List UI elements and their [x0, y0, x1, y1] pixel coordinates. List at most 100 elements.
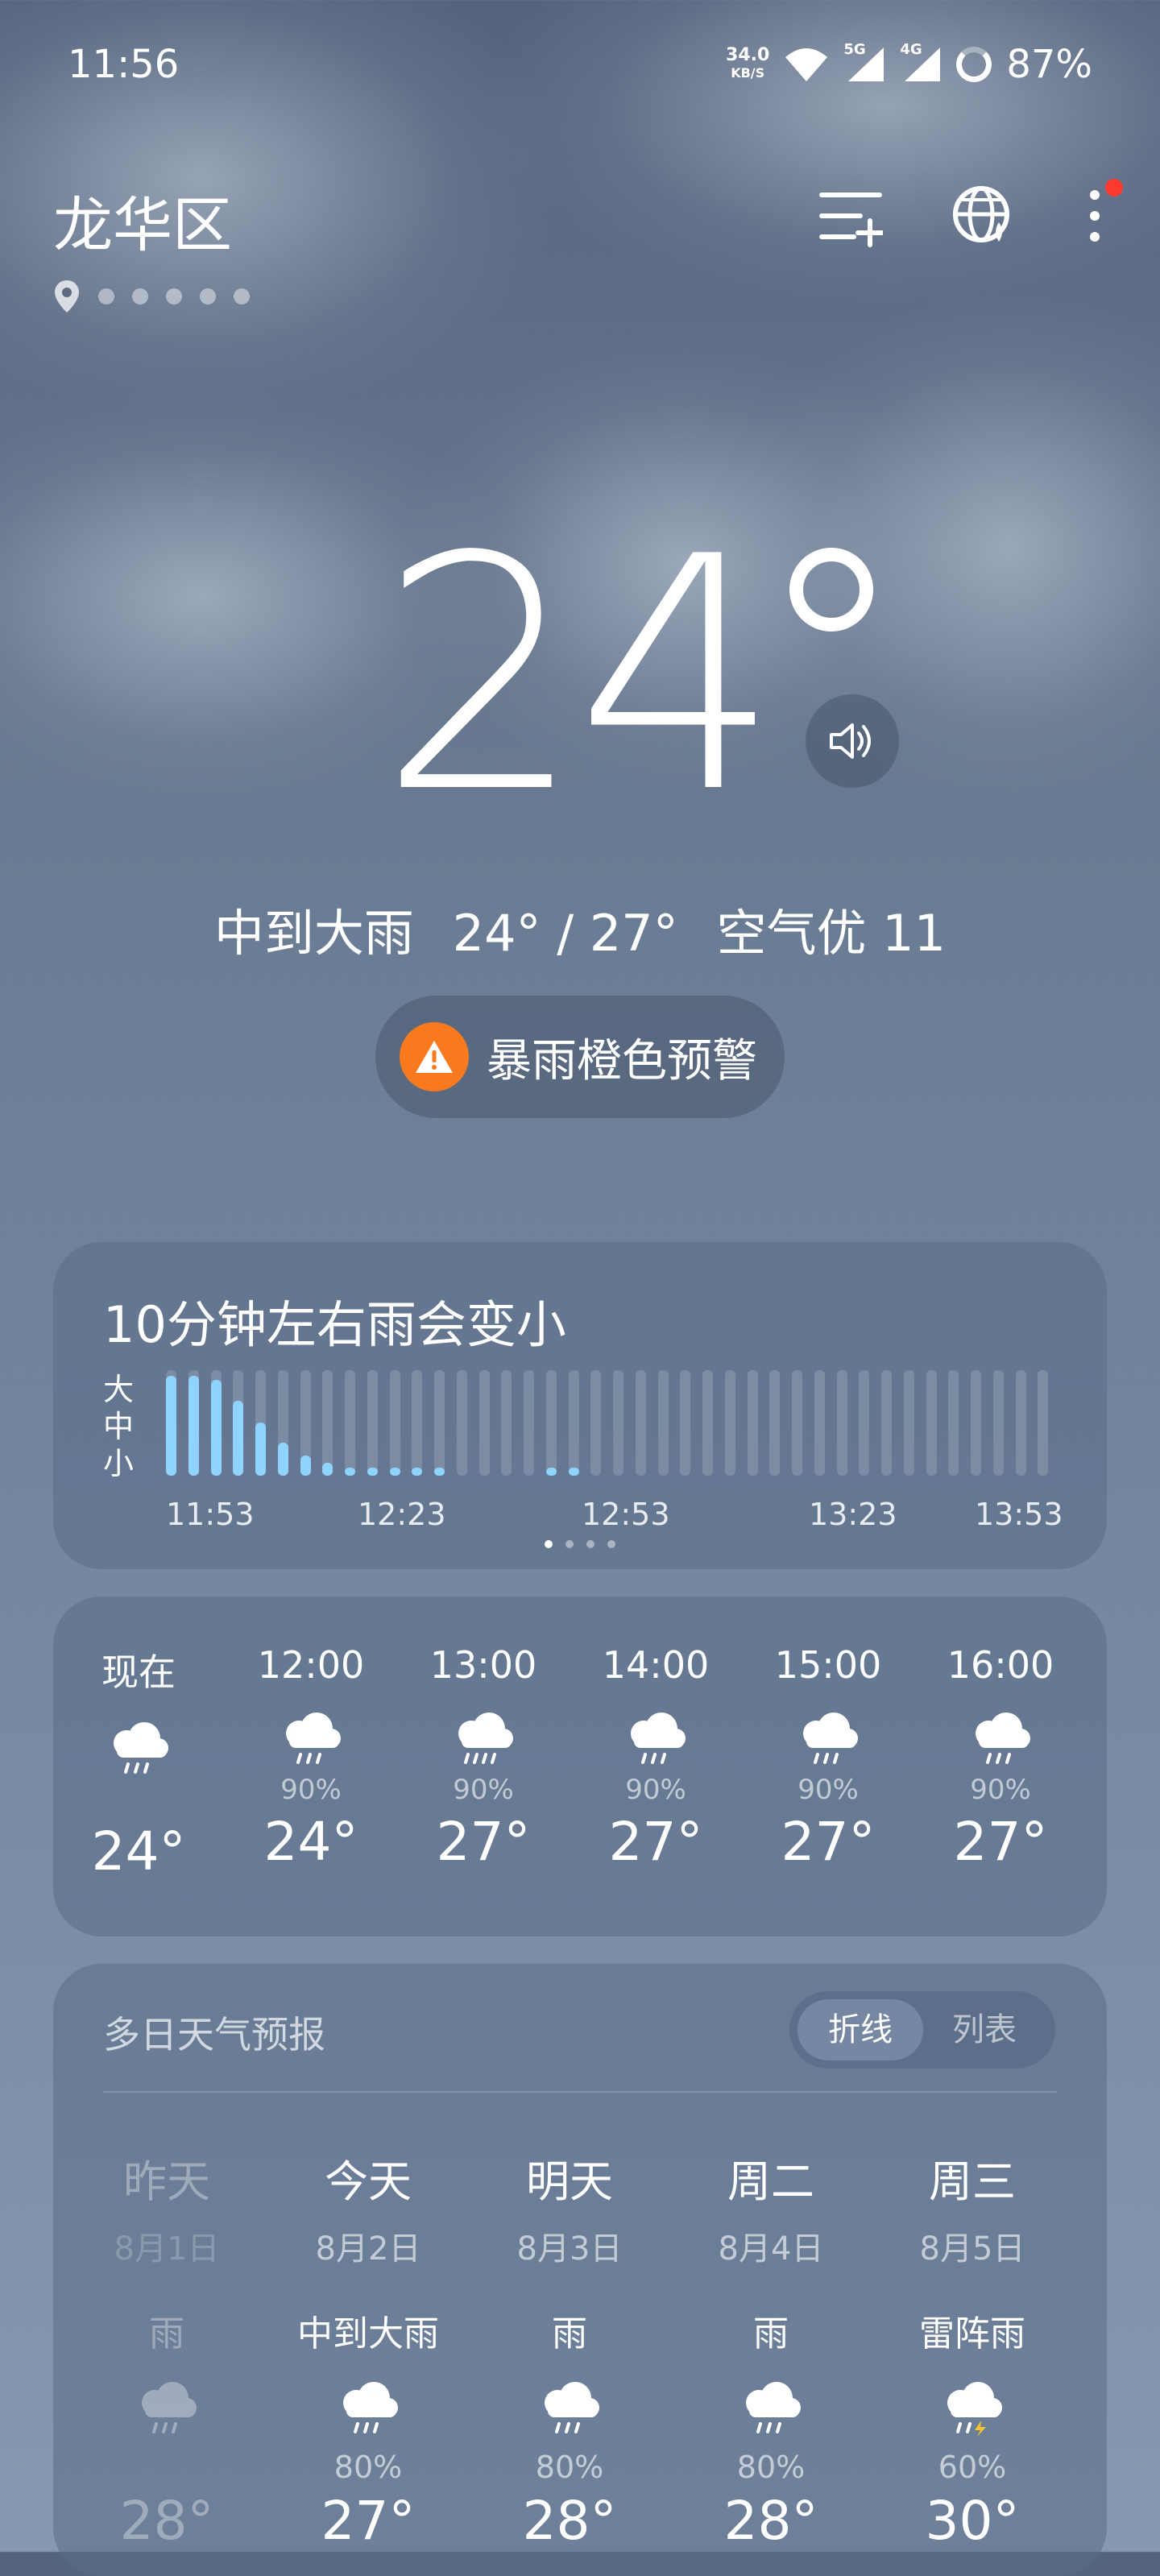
- hour-precip-prob: 90%: [625, 1774, 686, 1806]
- day-name: 今天: [325, 2156, 412, 2207]
- city-name[interactable]: 龙华区: [53, 177, 232, 263]
- add-city-icon[interactable]: [818, 184, 883, 248]
- precip-bar-track: [524, 1370, 534, 1476]
- precip-bar-track: [613, 1370, 624, 1476]
- precip-bar: [434, 1467, 445, 1476]
- day-weather: 雷阵雨: [919, 2313, 1025, 2354]
- toggle-line-chart[interactable]: 折线: [798, 1999, 923, 2060]
- precip-bar: [545, 1467, 557, 1476]
- hour-temperature: 27°: [608, 1811, 703, 1873]
- daily-item[interactable]: 周三 8月5日 雷阵雨 60% 30°: [872, 2146, 1073, 2552]
- hourly-item[interactable]: 16:00 90% 27°: [920, 1643, 1081, 1873]
- precip-bar: [322, 1462, 334, 1476]
- precip-bar-track: [434, 1370, 445, 1476]
- rain-icon: [142, 2382, 197, 2433]
- status-time: 11:56: [68, 42, 180, 87]
- precip-bar-track: [881, 1370, 892, 1476]
- hour-temperature: 27°: [953, 1811, 1048, 1873]
- weather-alert-button[interactable]: 暴雨橙色预警: [375, 996, 785, 1118]
- precip-bar-track: [747, 1370, 758, 1476]
- daily-item[interactable]: 今天 8月2日 中到大雨 80% 27°: [267, 2146, 469, 2552]
- precip-bar: [412, 1467, 423, 1476]
- hour-time: 16:00: [947, 1643, 1054, 1687]
- precip-bar-track: [456, 1370, 467, 1476]
- globe-weather-icon[interactable]: [951, 184, 1015, 248]
- hourly-item[interactable]: 12:00 90% 24°: [230, 1643, 392, 1873]
- day-date: 8月4日: [718, 2230, 824, 2267]
- rain-icon: [976, 1713, 1030, 1764]
- hourly-item[interactable]: 14:00 90% 27°: [575, 1643, 736, 1873]
- page-dot: [166, 288, 182, 304]
- day-name: 周二: [727, 2156, 814, 2207]
- precip-bar: [210, 1379, 222, 1476]
- intensity-label-medium: 中: [103, 1409, 135, 1444]
- condition-summary: 中到大雨 24° / 27° 空气优 11: [0, 892, 1160, 965]
- hour-temperature: 24°: [91, 1820, 186, 1882]
- network-speed: 34.0 KB/S: [726, 47, 769, 82]
- precip-bar-track: [367, 1370, 378, 1476]
- rain-icon: [343, 2382, 398, 2433]
- page-indicator: [53, 279, 250, 314]
- time-label: 11:53: [166, 1497, 255, 1532]
- precip-bar-track: [590, 1370, 602, 1476]
- daily-item[interactable]: 周二 8月4日 雨 80% 28°: [670, 2146, 872, 2552]
- voice-broadcast-button[interactable]: [806, 694, 899, 788]
- speaker-icon: [830, 723, 871, 759]
- pager-dot: [607, 1540, 615, 1548]
- air-quality[interactable]: 空气优 11: [716, 904, 946, 963]
- more-options-icon[interactable]: [1083, 179, 1123, 248]
- day-weather: 雨: [149, 2313, 184, 2354]
- precip-bar: [188, 1376, 199, 1476]
- precip-bar-track: [903, 1370, 914, 1476]
- hour-time: 15:00: [774, 1643, 882, 1687]
- precip-bar-track: [702, 1370, 713, 1476]
- time-label: 13:23: [809, 1497, 897, 1532]
- precip-bar: [255, 1423, 266, 1476]
- precip-bar: [389, 1467, 400, 1476]
- day-date: 8月2日: [315, 2230, 421, 2267]
- day-name: 明天: [526, 2156, 613, 2207]
- status-bar: 11:56 34.0 KB/S 5G 4G 87%: [68, 41, 1092, 90]
- precip-bar-track: [948, 1370, 959, 1476]
- precip-bar-track: [478, 1370, 490, 1476]
- location-pin-icon: [55, 280, 79, 313]
- view-toggle[interactable]: 折线 列表: [789, 1991, 1055, 2069]
- hourly-item[interactable]: 现在 24°: [58, 1643, 219, 1882]
- precip-bar-track: [971, 1370, 981, 1476]
- time-label: 12:53: [582, 1497, 670, 1532]
- intensity-label-low: 小: [103, 1446, 135, 1481]
- precip-bar-track: [501, 1370, 512, 1476]
- pager-dot: [586, 1540, 594, 1548]
- day-temperature: 28°: [723, 2490, 818, 2552]
- daily-forecast-card[interactable]: 多日天气预报 折线 列表 昨天 8月1日 雨 28° 今天 8月2日 中到大雨 …: [53, 1964, 1107, 2576]
- day-date: 8月5日: [919, 2230, 1025, 2267]
- hourly-item[interactable]: 15:00 90% 27°: [748, 1643, 909, 1873]
- precip-bar: [166, 1376, 176, 1476]
- day-name: 周三: [929, 2156, 1016, 2207]
- precip-bar: [233, 1401, 244, 1476]
- daily-item[interactable]: 昨天 8月1日 雨 28°: [66, 2146, 267, 2552]
- precip-bar-track: [322, 1370, 334, 1476]
- hour-precip-prob: 90%: [453, 1774, 514, 1806]
- precip-bar: [345, 1467, 355, 1476]
- page-dot: [234, 288, 250, 304]
- signal-5g-label: 5G: [843, 41, 866, 58]
- daily-item[interactable]: 明天 8月3日 雨 80% 28°: [469, 2146, 670, 2552]
- day-precip-prob: 80%: [736, 2450, 806, 2485]
- hourly-forecast-card[interactable]: 现在 24° 12:00 90% 24° 13:00 90% 27° 14:00…: [53, 1597, 1107, 1936]
- precip-bar-track: [926, 1370, 937, 1476]
- precip-bar-track: [859, 1370, 870, 1476]
- app-header: 龙华区: [53, 177, 1123, 313]
- cellular-4g-icon: 4G: [900, 41, 942, 83]
- wifi-icon: [785, 48, 828, 81]
- network-speed-value: 34.0: [726, 45, 770, 65]
- page-dot: [98, 288, 114, 304]
- day-weather: 中到大雨: [297, 2313, 439, 2354]
- hourly-item[interactable]: 13:00 90% 27°: [403, 1643, 564, 1873]
- temperature-range: 24° / 27°: [452, 904, 678, 963]
- day-precip-prob: 80%: [535, 2450, 604, 2485]
- precipitation-card[interactable]: 10分钟左右雨会变小 大 中 小 11:53 12:23 12:53 13:23…: [53, 1242, 1107, 1569]
- day-precip-prob: 60%: [938, 2450, 1007, 2485]
- precip-bar-track: [680, 1370, 691, 1476]
- toggle-list[interactable]: 列表: [922, 1999, 1047, 2060]
